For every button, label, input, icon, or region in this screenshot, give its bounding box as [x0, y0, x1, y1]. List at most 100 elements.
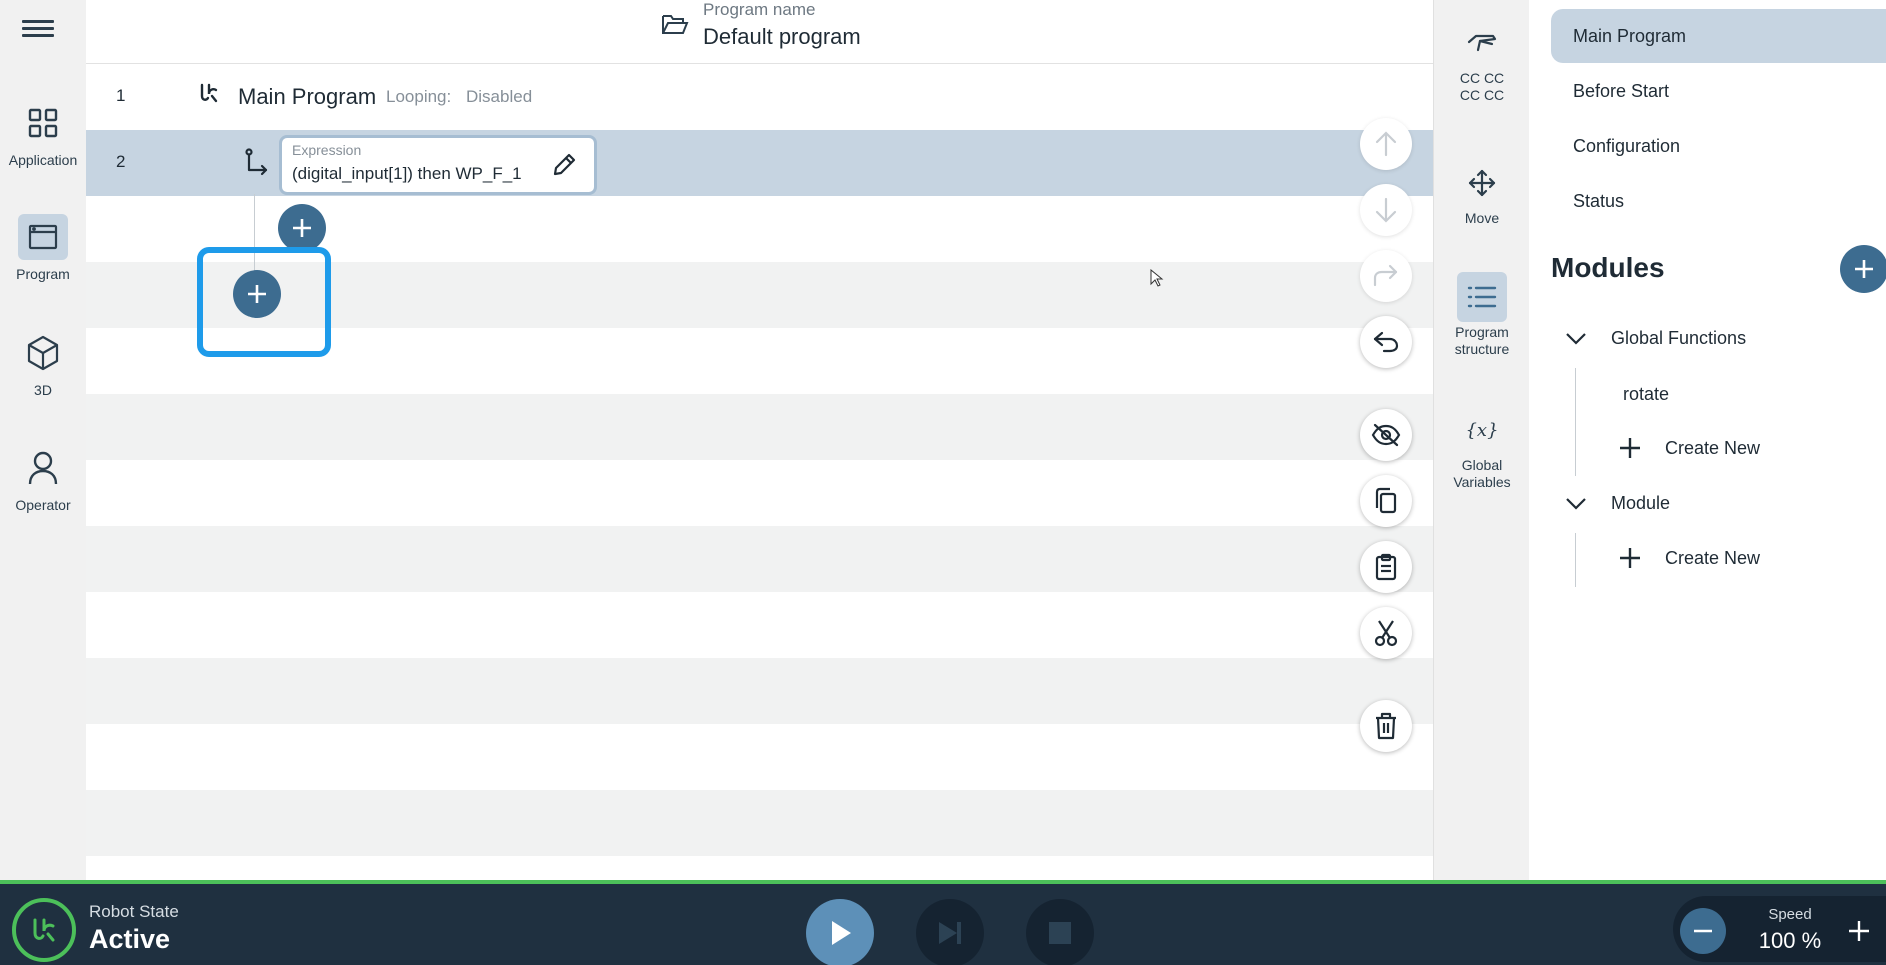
tree-connector-line [1575, 533, 1576, 587]
expression-label: Expression [292, 142, 362, 158]
program-row-empty [86, 658, 1433, 724]
chevron-down-icon [1566, 333, 1586, 345]
plus-icon [1849, 921, 1869, 941]
copy-button[interactable] [1360, 475, 1412, 527]
tool-program-structure[interactable]: Program structure [1434, 272, 1530, 358]
move-down-button[interactable] [1360, 184, 1412, 236]
nav-item-operator[interactable]: Operator [0, 445, 86, 513]
stop-button[interactable] [1026, 899, 1094, 965]
left-nav: Application Program 3D Operator [0, 0, 86, 880]
trash-icon [1376, 712, 1396, 740]
program-name-value[interactable]: Default program [703, 24, 861, 50]
modules-title: Modules [1551, 252, 1665, 283]
tool-move[interactable]: Move [1434, 158, 1530, 227]
looping-label: Looping: [386, 87, 452, 106]
stop-icon [1049, 922, 1071, 944]
program-row-if[interactable]: 2 Expression (digital_input[1]) then WP_… [86, 130, 1433, 196]
tree-group-label: Global Functions [1611, 328, 1747, 348]
bottom-status-bar: Robot State Active Speed 100 % [0, 880, 1886, 965]
pencil-edit-icon[interactable] [550, 151, 578, 184]
hamburger-menu-icon[interactable] [22, 16, 54, 42]
plus-icon [248, 285, 266, 303]
robot-state-label: Robot State [89, 902, 179, 921]
speed-increase-button[interactable] [1836, 908, 1882, 954]
nav-item-program[interactable]: Program [0, 214, 86, 282]
cut-button[interactable] [1360, 607, 1412, 659]
move-arrows-icon [1457, 158, 1507, 208]
tool-gripper[interactable]: CC CC CC CC [1434, 18, 1530, 104]
speed-label: Speed [1768, 906, 1812, 923]
program-tree: 1 Main Program Looping: Disabled 2 Expre… [86, 64, 1433, 880]
program-row-empty [86, 790, 1433, 856]
tool-label: Program structure [1454, 324, 1510, 357]
paste-button[interactable] [1360, 541, 1412, 593]
play-icon [832, 921, 851, 945]
person-icon [18, 445, 68, 491]
nav-item-label: Program [16, 266, 70, 282]
tree-item-rotate[interactable]: rotate [1623, 384, 1669, 405]
add-node-after-button[interactable] [233, 270, 281, 318]
nav-item-label: 3D [34, 382, 52, 398]
eye-off-icon [1371, 423, 1401, 447]
ur-logo-icon [198, 82, 220, 109]
skip-next-icon [939, 922, 961, 944]
looping-value: Disabled [466, 87, 533, 106]
redo-button[interactable] [1360, 250, 1412, 302]
folder-open-icon[interactable] [661, 12, 689, 41]
plus-icon [1855, 260, 1873, 278]
nav-item-label: Application [8, 152, 78, 168]
move-up-button[interactable] [1360, 118, 1412, 170]
step-button[interactable] [916, 899, 984, 965]
mouse-cursor-icon [1150, 268, 1164, 292]
speed-value: 100 % [1758, 928, 1822, 953]
minus-icon [1694, 929, 1712, 933]
panel-item-before-start[interactable]: Before Start [1551, 64, 1886, 118]
structure-panel: Main Program Before Start Configuration … [1529, 0, 1886, 880]
row-number: 2 [116, 152, 126, 171]
branch-icon [244, 148, 270, 181]
clipboard-icon [1375, 553, 1397, 581]
ur-logo-icon [12, 898, 76, 962]
plus-icon [1620, 548, 1640, 568]
cube-icon [18, 330, 68, 376]
add-node-inside-button[interactable] [278, 204, 326, 252]
program-row-empty [86, 592, 1433, 658]
nav-item-application[interactable]: Application [0, 100, 86, 168]
program-name-label: Program name [703, 0, 816, 19]
chevron-down-icon [1566, 498, 1586, 510]
program-row-empty [86, 394, 1433, 460]
create-new-label: Create New [1665, 548, 1761, 568]
program-row-empty [86, 526, 1433, 592]
tool-global-variables[interactable]: {x} Global Variables [1434, 405, 1530, 491]
panel-item-status[interactable]: Status [1551, 174, 1886, 228]
expression-field[interactable]: Expression (digital_input[1]) then WP_F_… [282, 138, 594, 192]
tool-label: Move [1464, 210, 1500, 226]
main-program-title: Main Program [238, 84, 377, 109]
delete-button[interactable] [1360, 700, 1412, 752]
tool-label: Global Variables [1453, 457, 1511, 490]
undo-icon [1373, 331, 1399, 353]
grid-icon [18, 100, 68, 146]
speed-decrease-button[interactable] [1680, 908, 1726, 954]
add-module-button[interactable] [1840, 245, 1886, 293]
nav-item-label: Operator [15, 497, 71, 513]
program-row-main[interactable]: 1 Main Program Looping: Disabled [86, 64, 1433, 130]
panel-item-configuration[interactable]: Configuration [1551, 119, 1886, 173]
expression-value: (digital_input[1]) then WP_F_1 [292, 164, 522, 183]
play-button[interactable] [806, 899, 874, 965]
undo-button[interactable] [1360, 316, 1412, 368]
scissors-icon [1374, 620, 1398, 647]
arrow-up-icon [1375, 131, 1397, 157]
panel-item-main-program[interactable]: Main Program [1551, 9, 1886, 63]
redo-icon [1373, 264, 1398, 287]
plus-icon [1620, 438, 1640, 458]
nav-item-3d[interactable]: 3D [0, 330, 86, 398]
hide-button[interactable] [1360, 409, 1412, 461]
list-icon [1457, 272, 1507, 322]
program-row-empty [86, 724, 1433, 790]
robot-state-value: Active [89, 924, 171, 954]
create-new-label: Create New [1665, 438, 1761, 458]
variable-x-icon: {x} [1465, 419, 1499, 441]
gripper-icon [1457, 18, 1507, 68]
program-window-icon [18, 214, 68, 260]
